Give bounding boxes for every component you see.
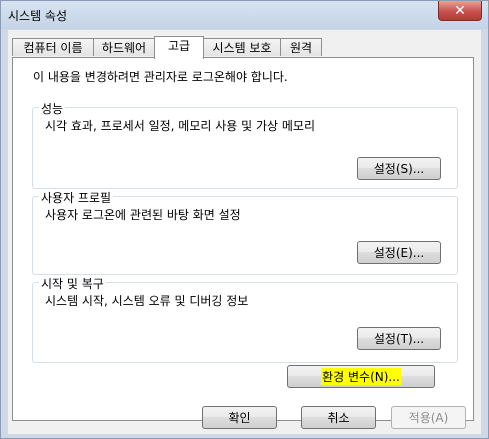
ok-button[interactable]: 확인 [202, 406, 277, 429]
close-icon: ✕ [454, 2, 466, 19]
startup-recovery-settings-button[interactable]: 설정(T)... [357, 327, 441, 350]
environment-variables-label: 환경 변수(N)... [321, 368, 401, 385]
user-profiles-group: 사용자 프로필 사용자 로그온에 관련된 바탕 화면 설정 설정(E)... [32, 189, 458, 275]
performance-group: 성능 시각 효과, 프로세서 일정, 메모리 사용 및 가상 메모리 설정(S)… [32, 100, 458, 189]
tab-system-protection[interactable]: 시스템 보호 [203, 38, 281, 56]
advanced-tab-panel: 이 내용을 변경하려면 관리자로 로그온해야 합니다. 성능 시각 효과, 프로… [12, 57, 474, 421]
dialog-client-area: 컴퓨터 이름 하드웨어 고급 시스템 보호 원격 이 내용을 변경하려면 관리자… [8, 30, 481, 434]
cancel-button[interactable]: 취소 [301, 406, 376, 429]
user-profiles-settings-button[interactable]: 설정(E)... [357, 241, 441, 264]
close-button[interactable]: ✕ [438, 1, 482, 21]
tab-computer-name[interactable]: 컴퓨터 이름 [12, 38, 94, 56]
performance-title: 성능 [39, 100, 66, 117]
performance-settings-button[interactable]: 설정(S)... [357, 157, 441, 180]
admin-notice: 이 내용을 변경하려면 관리자로 로그온해야 합니다. [33, 70, 288, 84]
startup-recovery-group: 시작 및 복구 시스템 시작, 시스템 오류 및 디버깅 정보 설정(T)... [32, 275, 458, 363]
tab-advanced[interactable]: 고급 [154, 36, 204, 59]
user-profiles-title: 사용자 프로필 [39, 189, 114, 206]
startup-recovery-description: 시스템 시작, 시스템 오류 및 디버깅 정보 [45, 294, 249, 308]
environment-variables-button[interactable]: 환경 변수(N)... [287, 365, 435, 388]
user-profiles-description: 사용자 로그온에 관련된 바탕 화면 설정 [45, 208, 241, 222]
tab-hardware[interactable]: 하드웨어 [93, 38, 155, 56]
title-bar[interactable]: 시스템 속성 ✕ [1, 1, 488, 29]
system-properties-window: 시스템 속성 ✕ 컴퓨터 이름 하드웨어 고급 시스템 보호 원격 이 내용을 … [0, 0, 489, 439]
tab-remote[interactable]: 원격 [280, 38, 322, 56]
performance-description: 시각 효과, 프로세서 일정, 메모리 사용 및 가상 메모리 [45, 119, 315, 133]
window-title: 시스템 속성 [8, 9, 68, 23]
startup-recovery-title: 시작 및 복구 [39, 275, 106, 292]
apply-button[interactable]: 적용(A) [391, 406, 466, 429]
